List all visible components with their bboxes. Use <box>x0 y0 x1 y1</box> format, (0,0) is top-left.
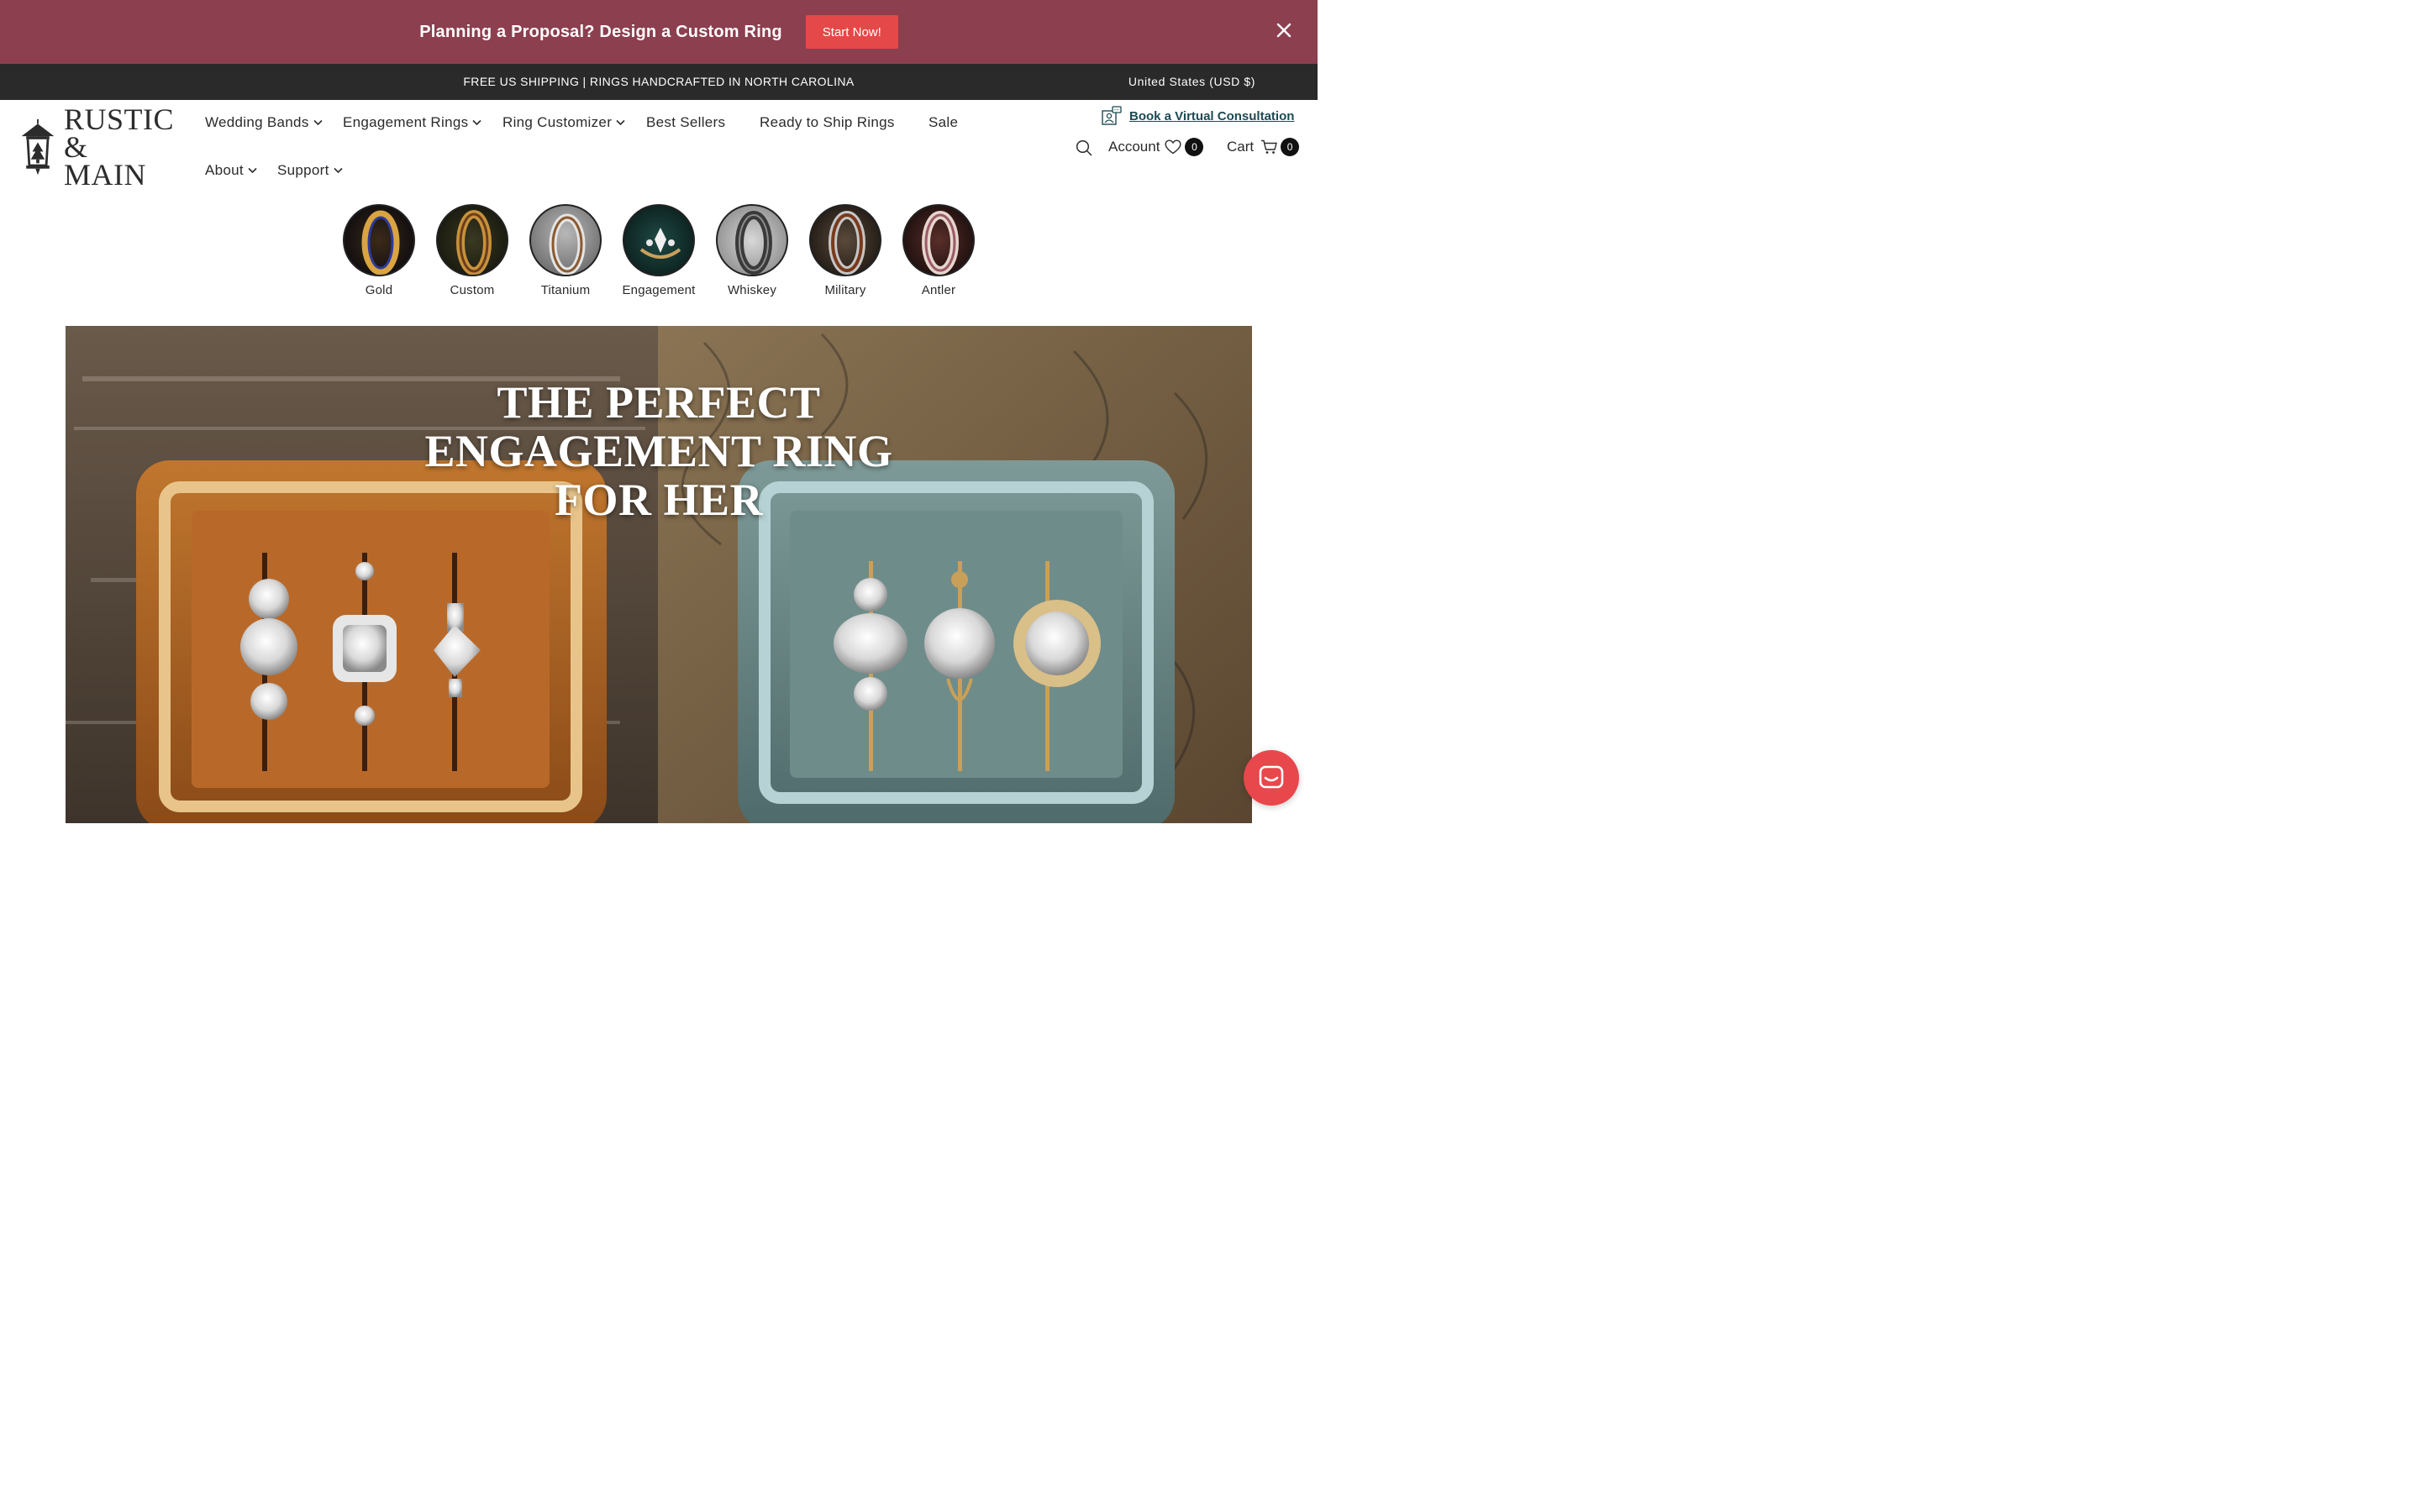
hero-line-2: ENGAGEMENT RING <box>424 426 893 476</box>
chevron-down-icon <box>472 119 481 126</box>
custom-ring-thumbnail <box>436 204 508 276</box>
nav-ring-customizer[interactable]: Ring Customizer <box>502 114 625 131</box>
promo-banner: Planning a Proposal? Design a Custom Rin… <box>0 0 1318 64</box>
shipping-message: FREE US SHIPPING | RINGS HANDCRAFTED IN … <box>463 75 855 88</box>
category-engagement-label: Engagement <box>622 283 696 297</box>
nav-wedding-bands[interactable]: Wedding Bands <box>205 114 323 131</box>
nav-engagement-rings-label: Engagement Rings <box>343 114 469 130</box>
cart-label: Cart <box>1227 139 1255 155</box>
antler-ring-thumbnail <box>902 204 975 276</box>
account-link[interactable]: Account 0 <box>1108 138 1204 156</box>
nav-about[interactable]: About <box>205 162 257 179</box>
cart-count-badge: 0 <box>1281 138 1300 156</box>
cart-link[interactable]: Cart 0 <box>1227 138 1300 156</box>
category-titanium[interactable]: Titanium <box>519 204 612 297</box>
category-custom[interactable]: Custom <box>426 204 518 297</box>
category-strip: Gold Custom Titanium Engagement Whiskey … <box>0 204 1318 305</box>
category-gold-label: Gold <box>365 283 393 297</box>
nav-ring-customizer-label: Ring Customizer <box>502 114 613 130</box>
chevron-down-icon <box>248 167 257 174</box>
virtual-consultation-label: Book a Virtual Consultation <box>1129 108 1295 123</box>
engagement-ring-thumbnail <box>623 204 695 276</box>
titanium-ring-thumbnail <box>529 204 602 276</box>
nav-support[interactable]: Support <box>277 162 343 179</box>
nav-wedding-bands-label: Wedding Bands <box>205 114 309 130</box>
shipping-bar: FREE US SHIPPING | RINGS HANDCRAFTED IN … <box>0 64 1318 100</box>
close-icon[interactable] <box>1276 22 1292 39</box>
category-whiskey[interactable]: Whiskey <box>706 204 798 297</box>
logo-wordmark: RUSTIC & MAIN <box>63 102 174 192</box>
chevron-down-icon <box>313 119 323 126</box>
virtual-consultation-link[interactable]: Book a Virtual Consultation <box>1102 106 1294 126</box>
cart-icon <box>1261 139 1278 154</box>
wishlist-count-badge: 0 <box>1185 138 1204 156</box>
nav-ready-to-ship[interactable]: Ready to Ship Rings <box>760 114 895 131</box>
whiskey-ring-thumbnail <box>716 204 788 276</box>
hero-banner[interactable]: THE PERFECT ENGAGEMENT RING FOR HER <box>66 326 1252 823</box>
heart-icon[interactable] <box>1165 139 1181 155</box>
category-custom-label: Custom <box>450 283 495 297</box>
category-titanium-label: Titanium <box>540 283 591 297</box>
logo-line-2: & MAIN <box>63 129 146 192</box>
category-gold[interactable]: Gold <box>333 204 425 297</box>
hero-headline: THE PERFECT ENGAGEMENT RING FOR HER <box>66 378 1252 524</box>
currency-selector[interactable]: United States (USD $) <box>1128 75 1255 88</box>
search-icon <box>1076 139 1092 156</box>
category-military-label: Military <box>824 283 866 297</box>
site-logo[interactable]: RUSTIC & MAIN <box>18 104 174 190</box>
nav-about-label: About <box>205 162 244 178</box>
military-ring-thumbnail <box>809 204 881 276</box>
start-now-button[interactable]: Start Now! <box>805 15 898 49</box>
logo-line-1: RUSTIC <box>63 102 174 136</box>
video-consultation-icon <box>1102 106 1122 125</box>
search-button[interactable] <box>1076 139 1092 160</box>
promo-text: Planning a Proposal? Design a Custom Rin… <box>419 22 782 41</box>
category-engagement[interactable]: Engagement <box>613 204 705 297</box>
gold-ring-thumbnail <box>343 204 415 276</box>
hero-line-3: FOR HER <box>554 475 763 525</box>
nav-best-sellers[interactable]: Best Sellers <box>646 114 725 131</box>
nav-support-label: Support <box>277 162 329 178</box>
nav-sale[interactable]: Sale <box>929 114 958 131</box>
chat-icon <box>1259 765 1284 789</box>
category-whiskey-label: Whiskey <box>727 283 777 297</box>
category-military[interactable]: Military <box>799 204 892 297</box>
chevron-down-icon <box>616 119 625 126</box>
category-antler-label: Antler <box>921 283 956 297</box>
hero-line-1: THE PERFECT <box>497 377 821 428</box>
category-antler[interactable]: Antler <box>892 204 985 297</box>
chat-launcher-button[interactable] <box>1244 750 1299 806</box>
account-label: Account <box>1108 139 1160 155</box>
chevron-down-icon <box>334 167 343 174</box>
lantern-icon <box>21 118 55 176</box>
nav-engagement-rings[interactable]: Engagement Rings <box>343 114 481 131</box>
